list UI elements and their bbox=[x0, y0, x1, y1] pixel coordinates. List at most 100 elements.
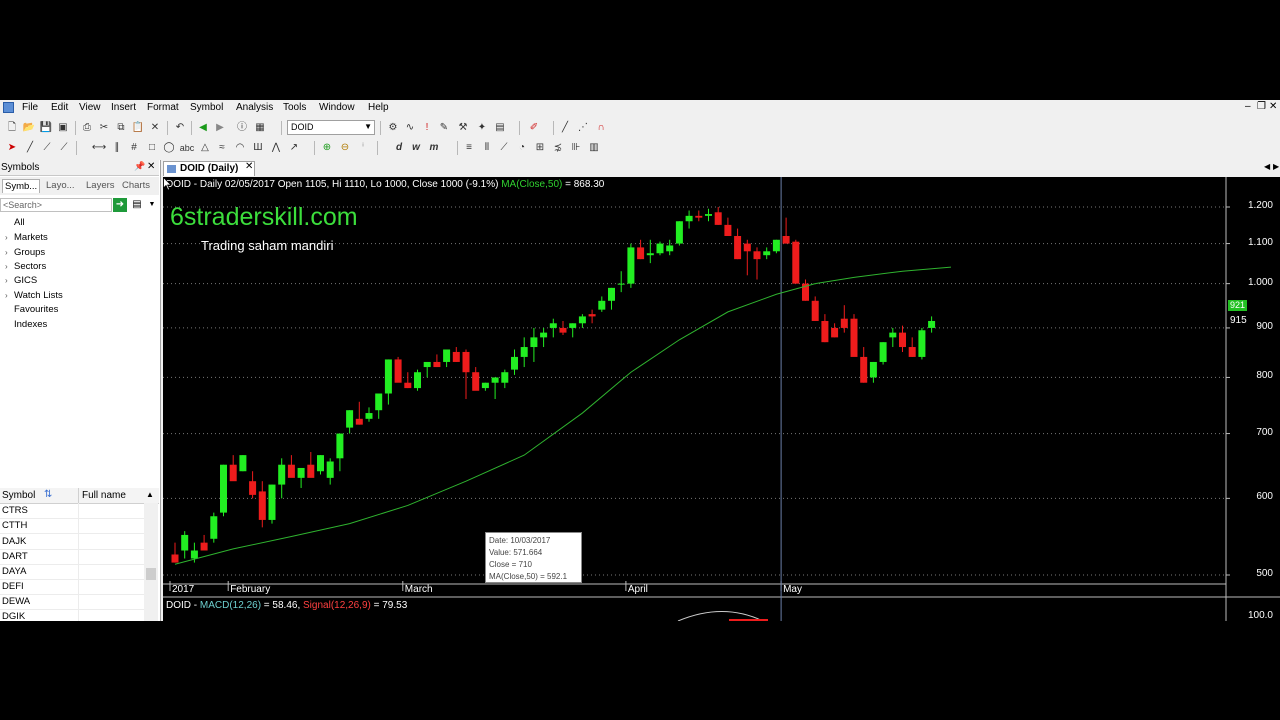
menu-view[interactable]: View bbox=[79, 102, 101, 113]
search-input[interactable]: <Search> bbox=[0, 198, 112, 212]
ellipse-icon[interactable]: ◯ bbox=[162, 141, 176, 155]
expand-icon[interactable]: › bbox=[5, 289, 8, 303]
column-symbol[interactable]: Symbol bbox=[2, 490, 35, 501]
tab-layouts[interactable]: Layo... bbox=[44, 179, 77, 192]
filter-list-icon[interactable]: ▤ bbox=[130, 198, 144, 212]
info-small-icon[interactable]: ⁱ bbox=[356, 141, 370, 155]
wand-icon[interactable]: ✦ bbox=[475, 121, 489, 135]
calendar-icon[interactable]: ▦ bbox=[253, 121, 267, 135]
chevron-down-icon[interactable]: ▼ bbox=[364, 121, 372, 132]
menu-file[interactable]: File bbox=[22, 102, 38, 113]
line-tool-icon[interactable]: ╱ bbox=[23, 141, 37, 155]
bar-chart-icon[interactable]: ▥ bbox=[587, 141, 601, 155]
price-chart[interactable]: DOID - Daily 02/05/2017 Open 1105, Hi 11… bbox=[163, 177, 1280, 621]
settings-icon[interactable]: ⚙ bbox=[386, 121, 400, 135]
rainbow-icon[interactable]: ◔ bbox=[515, 141, 529, 155]
table-row[interactable]: DAYA bbox=[0, 564, 144, 580]
draw-line-icon[interactable]: ╱ bbox=[558, 121, 572, 135]
sort-icon[interactable]: ⇅ bbox=[44, 489, 52, 500]
table-row[interactable]: DGIK bbox=[0, 609, 144, 621]
table-row[interactable]: CTTH bbox=[0, 518, 144, 534]
expand-icon[interactable]: › bbox=[5, 231, 8, 245]
close-button[interactable]: ✕ bbox=[1269, 101, 1277, 112]
magnet-icon[interactable]: ∩ bbox=[594, 121, 608, 135]
optimize-icon[interactable]: ▤ bbox=[493, 121, 507, 135]
arc-icon[interactable]: ◠ bbox=[233, 141, 247, 155]
menu-format[interactable]: Format bbox=[147, 102, 179, 113]
open-folder-icon[interactable]: 📂 bbox=[22, 121, 36, 135]
tab-symbols[interactable]: Symb... bbox=[2, 179, 41, 193]
gann-icon[interactable]: ⋨ bbox=[551, 141, 565, 155]
arrow-tool-icon[interactable]: ↗ bbox=[287, 141, 301, 155]
pointer-icon[interactable]: ➤ bbox=[5, 141, 19, 155]
info-icon[interactable]: ⓘ bbox=[235, 121, 249, 135]
bars-icon[interactable]: ⦀ bbox=[480, 141, 494, 155]
dotted-line-icon[interactable]: ⋰ bbox=[576, 121, 590, 135]
tab-charts[interactable]: Charts bbox=[120, 179, 152, 192]
menu-analysis[interactable]: Analysis bbox=[236, 102, 273, 113]
new-file-icon[interactable]: 🗋 bbox=[5, 121, 19, 135]
grid-tool-icon[interactable]: # bbox=[127, 141, 141, 155]
tab-doid-daily[interactable]: DOID (Daily) bbox=[163, 161, 255, 176]
expand-icon[interactable]: › bbox=[5, 260, 8, 274]
delete-icon[interactable]: ✕ bbox=[148, 121, 162, 135]
paste-icon[interactable]: 📋 bbox=[131, 121, 145, 135]
ray-tool-icon[interactable]: ⟋ bbox=[40, 141, 54, 155]
copy-icon[interactable]: ⧉ bbox=[114, 121, 128, 135]
cut-icon[interactable]: ✂ bbox=[97, 121, 111, 135]
text-tool-icon[interactable]: abc bbox=[180, 141, 195, 155]
alert-icon[interactable]: ! bbox=[420, 121, 434, 135]
expand-icon[interactable]: › bbox=[5, 274, 8, 288]
menu-tools[interactable]: Tools bbox=[283, 102, 306, 113]
save-icon[interactable]: 💾 bbox=[39, 121, 53, 135]
column-full-name[interactable]: Full name bbox=[82, 490, 126, 501]
forward-icon[interactable]: ▶ bbox=[213, 121, 227, 135]
zoom-out-icon[interactable]: ⊖ bbox=[338, 141, 352, 155]
close-tab-icon[interactable]: ✕ bbox=[245, 161, 253, 172]
app-icon[interactable] bbox=[3, 102, 14, 113]
pencil-icon[interactable]: ✎ bbox=[437, 121, 451, 135]
table-row[interactable]: DART bbox=[0, 549, 144, 565]
daily-interval-icon[interactable]: d bbox=[392, 141, 406, 155]
table-row[interactable]: DEWA bbox=[0, 594, 144, 610]
menu-insert[interactable]: Insert bbox=[111, 102, 136, 113]
fork-icon[interactable]: Ш bbox=[251, 141, 265, 155]
list-icon[interactable]: ≡ bbox=[462, 141, 476, 155]
tab-layers[interactable]: Layers bbox=[84, 179, 117, 192]
tab-scroll-right-icon[interactable]: ▶ bbox=[1273, 162, 1279, 171]
wave-icon[interactable]: ⋀ bbox=[269, 141, 283, 155]
hammer-icon[interactable]: ⚒ bbox=[456, 121, 470, 135]
minimize-button[interactable]: – bbox=[1245, 101, 1251, 112]
triangle-icon[interactable]: △ bbox=[198, 141, 212, 155]
table-row[interactable]: CTRS bbox=[0, 503, 144, 519]
menu-edit[interactable]: Edit bbox=[51, 102, 68, 113]
pin-icon[interactable]: 📌 bbox=[134, 161, 145, 172]
restore-button[interactable]: ❐ bbox=[1257, 101, 1266, 112]
symbol-combo[interactable]: DOID ▼ bbox=[287, 120, 375, 135]
rectangle-icon[interactable]: □ bbox=[145, 141, 159, 155]
scrollbar-thumb[interactable] bbox=[146, 568, 156, 580]
trend-icon[interactable]: ⟋ bbox=[497, 141, 511, 155]
back-icon[interactable]: ◀ bbox=[196, 121, 210, 135]
scroll-up-icon[interactable]: ▲ bbox=[146, 490, 154, 499]
table-icon[interactable]: ⊞ bbox=[533, 141, 547, 155]
fibonacci-icon[interactable]: ≈ bbox=[215, 141, 229, 155]
menu-help[interactable]: Help bbox=[368, 102, 389, 113]
indicator-icon[interactable]: ∿ bbox=[403, 121, 417, 135]
table-row[interactable]: DEFI bbox=[0, 579, 144, 595]
segment-tool-icon[interactable]: ⟋ bbox=[57, 141, 71, 155]
zoom-in-icon[interactable]: ⊕ bbox=[320, 141, 334, 155]
chevron-down-icon[interactable]: ▼ bbox=[145, 198, 159, 212]
undo-icon[interactable]: ↶ bbox=[173, 121, 187, 135]
table-row[interactable]: DAJK bbox=[0, 534, 144, 550]
expand-icon[interactable]: › bbox=[5, 246, 8, 260]
monthly-interval-icon[interactable]: m bbox=[427, 141, 441, 155]
menu-symbol[interactable]: Symbol bbox=[190, 102, 223, 113]
save-all-icon[interactable]: ▣ bbox=[56, 121, 70, 135]
tab-scroll-left-icon[interactable]: ◀ bbox=[1264, 162, 1270, 171]
close-icon[interactable]: ✕ bbox=[147, 161, 155, 172]
print-icon[interactable]: ⎙ bbox=[80, 121, 94, 135]
color-pen-icon[interactable]: ✐ bbox=[527, 121, 541, 135]
parallel-lines-icon[interactable]: ∥ bbox=[110, 141, 124, 155]
weekly-interval-icon[interactable]: w bbox=[409, 141, 423, 155]
